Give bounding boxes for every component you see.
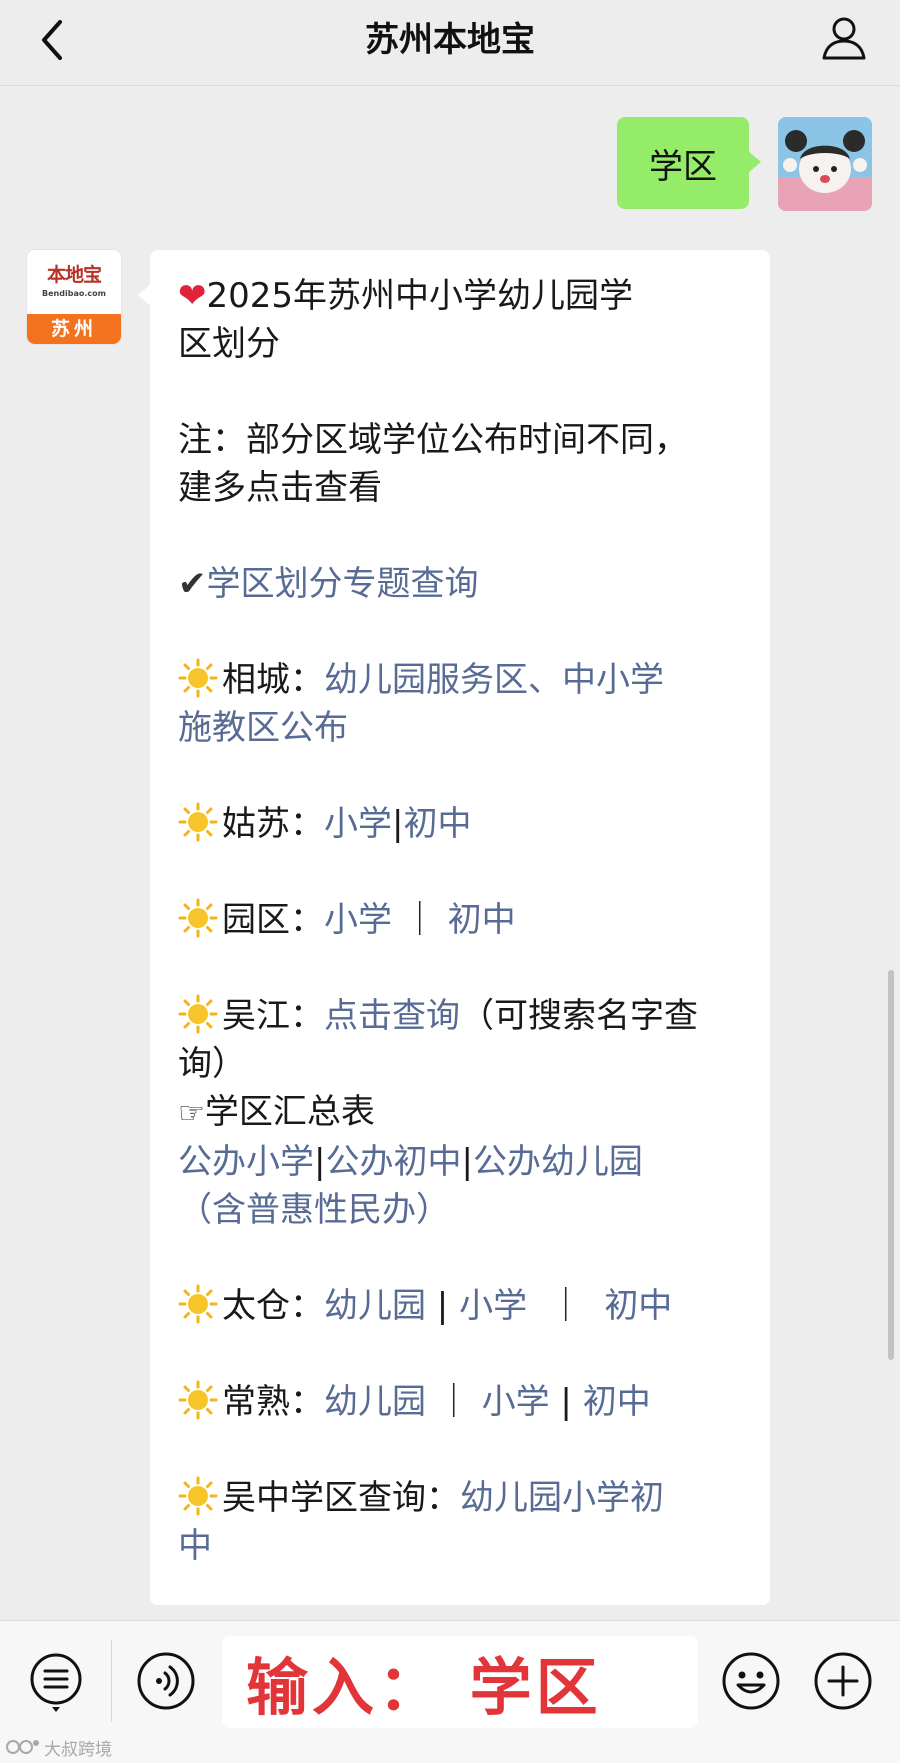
taicang-kindergarten-link[interactable]: 幼儿园 [324, 1286, 426, 1326]
yuanqu-row: 园区：小学 ｜ 初中 [178, 896, 742, 944]
wujiang-public-primary-link[interactable]: 公办小学 [178, 1142, 314, 1182]
check-icon: ✔ [178, 564, 207, 604]
xiangcheng-link-cont[interactable]: 施教区公布 [178, 704, 742, 752]
separator: ｜ [426, 1382, 482, 1422]
wuzhong-link-cont[interactable]: 中 [178, 1522, 742, 1570]
voice-button[interactable] [134, 1649, 198, 1713]
user-message-text: 学区 [649, 146, 717, 187]
xiangcheng-row: 相城：幼儿园服务区、中小学 [178, 656, 742, 704]
topic-link[interactable]: 学区划分专题查询 [207, 564, 479, 604]
taicang-label: 太仓： [222, 1286, 324, 1326]
watermark-logo-icon [6, 1740, 39, 1754]
yuanqu-primary-link[interactable]: 小学 [324, 900, 392, 940]
menu-icon [30, 1653, 82, 1712]
taicang-row: 太仓：幼儿园 | 小学 ｜ 初中 [178, 1282, 742, 1330]
user-avatar[interactable] [778, 117, 872, 211]
yuanqu-label: 园区： [222, 900, 324, 940]
message-input-value: 输入： 学区 [246, 1651, 602, 1724]
changshu-middle-link[interactable]: 初中 [583, 1382, 651, 1422]
sun-icon [178, 802, 218, 842]
user-message-bubble[interactable]: 学区 [617, 117, 761, 209]
wujiang-public-middle-link[interactable]: 公办初中 [325, 1142, 461, 1182]
gusu-middle-link[interactable]: 初中 [403, 804, 471, 844]
gusu-row: 姑苏：小学|初中 [178, 800, 742, 848]
sun-icon [178, 1476, 218, 1516]
menu-button[interactable] [24, 1649, 88, 1713]
emoji-button[interactable] [719, 1649, 783, 1713]
wujiang-summary-row: ☞学区汇总表 [178, 1088, 742, 1138]
separator: | [426, 1286, 460, 1326]
message-heading-cont: 区划分 [178, 324, 280, 364]
plus-icon [814, 1652, 872, 1710]
topic-row: ✔学区划分专题查询 [178, 560, 742, 608]
bendibao-logo: 本地宝 Bendibao.com [27, 250, 121, 314]
taicang-middle-link[interactable]: 初中 [604, 1286, 672, 1326]
changshu-row: 常熟：幼儿园 ｜ 小学 | 初中 [178, 1378, 742, 1426]
xiangcheng-label: 相城： [222, 660, 324, 700]
voice-icon [137, 1652, 195, 1710]
separator: | [314, 1142, 326, 1182]
yuanqu-middle-link[interactable]: 初中 [448, 900, 516, 940]
wuzhong-link[interactable]: 幼儿园小学初 [460, 1478, 664, 1518]
wujiang-links-row: 公办小学|公办初中|公办幼儿园 [178, 1138, 742, 1186]
separator: | [461, 1142, 473, 1182]
logo-city-text: 苏州 [27, 314, 121, 344]
sun-icon [178, 1284, 218, 1324]
wujiang-note-cont: 询） [178, 1044, 246, 1084]
pointing-hand-icon: ☞ [178, 1096, 205, 1131]
wujiang-label: 吴江： [222, 996, 324, 1036]
message-input[interactable]: 输入： 学区 [222, 1636, 698, 1728]
separator: | [549, 1382, 583, 1422]
gusu-primary-link[interactable]: 小学 [324, 804, 392, 844]
heart-icon: ❤ [178, 276, 207, 316]
changshu-label: 常熟： [222, 1382, 324, 1422]
separator: ｜ [392, 900, 448, 940]
divider [111, 1640, 112, 1722]
taicang-primary-link[interactable]: 小学 [459, 1286, 527, 1326]
message-note-cont: 建多点击查看 [178, 468, 382, 508]
sun-icon [178, 994, 218, 1034]
top-bar: 苏州本地宝 [0, 0, 900, 86]
plus-button[interactable] [811, 1649, 875, 1713]
wujiang-note: （可搜索名字查 [460, 996, 698, 1036]
watermark: 大叔跨境 [6, 1735, 112, 1760]
wujiang-query-link[interactable]: 点击查询 [324, 996, 460, 1036]
emoji-icon [722, 1652, 780, 1710]
sun-icon [178, 658, 218, 698]
profile-button[interactable] [816, 10, 872, 66]
scrollbar[interactable] [888, 970, 894, 1360]
changshu-primary-link[interactable]: 小学 [482, 1382, 550, 1422]
sun-icon [178, 898, 218, 938]
xiangcheng-link[interactable]: 幼儿园服务区、中小学 [324, 660, 664, 700]
changshu-kindergarten-link[interactable]: 幼儿园 [324, 1382, 426, 1422]
message-heading: ❤2025年苏州中小学幼儿园学 [178, 276, 634, 316]
user-avatar-image [778, 117, 872, 211]
wujiang-row: 吴江：点击查询（可搜索名字查 [178, 992, 742, 1040]
wujiang-public-kindergarten-link-cont[interactable]: （含普惠性民办） [178, 1186, 742, 1234]
wuzhong-label: 吴中学区查询： [222, 1478, 460, 1518]
bot-message-bubble: ❤2025年苏州中小学幼儿园学 区划分 注：部分区域学位公布时间不同， 建多点击… [138, 250, 770, 1605]
sun-icon [178, 1380, 218, 1420]
bot-avatar[interactable]: 本地宝 Bendibao.com 苏州 [27, 250, 121, 344]
logo-url-text: Bendibao.com [42, 289, 106, 298]
message-note: 注：部分区域学位公布时间不同， [178, 420, 688, 460]
separator: | [392, 804, 404, 844]
wuzhong-row: 吴中学区查询：幼儿园小学初 [178, 1474, 742, 1522]
page-title: 苏州本地宝 [365, 20, 535, 60]
wujiang-summary-label: 学区汇总表 [204, 1092, 375, 1132]
wujiang-public-kindergarten-link[interactable]: 公办幼儿园 [473, 1142, 643, 1182]
profile-icon [822, 17, 866, 60]
watermark-text: 大叔跨境 [44, 1739, 112, 1760]
logo-main-text: 本地宝 [46, 264, 102, 286]
gusu-label: 姑苏： [222, 804, 324, 844]
separator: ｜ [527, 1286, 605, 1326]
